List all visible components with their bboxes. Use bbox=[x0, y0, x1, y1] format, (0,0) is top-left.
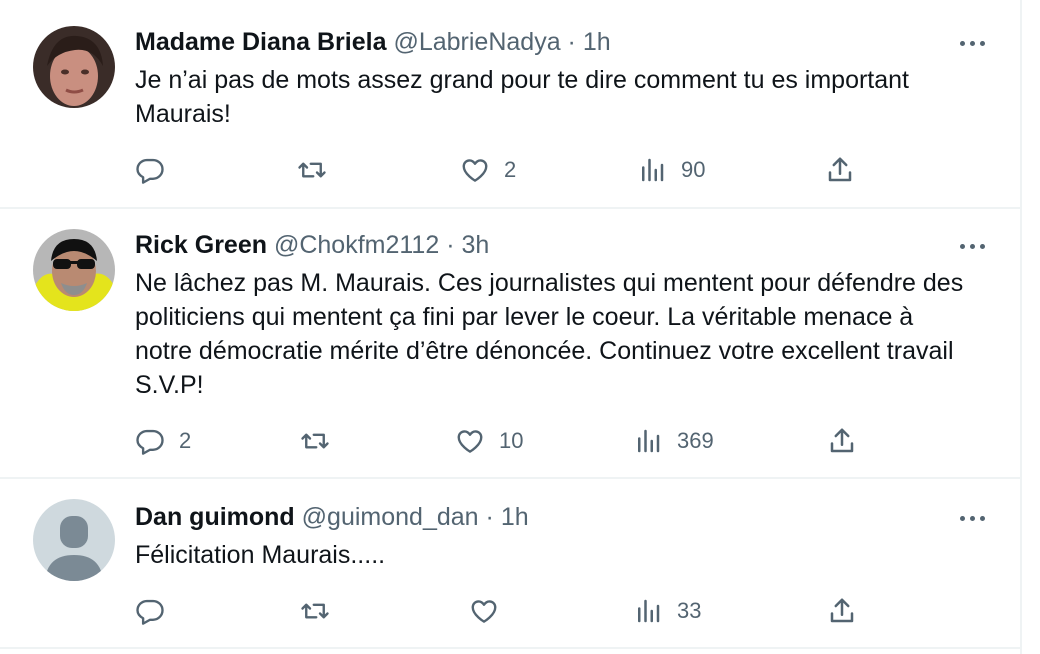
separator: · bbox=[446, 231, 455, 259]
views-button[interactable]: 369 bbox=[633, 424, 714, 458]
tweet[interactable]: Madame Diana Briela @LabrieNadya · 1h Je… bbox=[0, 0, 1020, 209]
heart-icon bbox=[457, 430, 483, 453]
views-button[interactable]: 90 bbox=[637, 153, 705, 187]
like-count: 10 bbox=[499, 428, 524, 453]
woman-photo-avatar bbox=[33, 26, 115, 108]
heart-icon bbox=[471, 600, 497, 623]
like-button[interactable] bbox=[469, 594, 513, 628]
tweet-actions: 2 10 369 bbox=[135, 424, 875, 458]
retweet-button[interactable] bbox=[300, 594, 344, 628]
views-count: 90 bbox=[681, 157, 706, 182]
views-count: 33 bbox=[677, 598, 702, 623]
retweet-icon bbox=[301, 603, 329, 619]
tweet-time[interactable]: 3h bbox=[461, 231, 489, 259]
reply-count: 2 bbox=[179, 428, 192, 453]
reply-icon bbox=[136, 599, 164, 625]
tweet-header: Madame Diana Briela @LabrieNadya · 1h bbox=[135, 26, 611, 58]
views-icon bbox=[638, 599, 660, 623]
share-icon bbox=[830, 428, 854, 453]
like-count: 2 bbox=[504, 157, 517, 182]
tweet-time[interactable]: 1h bbox=[583, 28, 611, 56]
author-handle[interactable]: @LabrieNadya bbox=[393, 28, 560, 56]
author-handle[interactable]: @guimond_dan bbox=[302, 503, 479, 531]
avatar[interactable] bbox=[33, 499, 115, 581]
man-sunglasses-avatar bbox=[33, 229, 115, 311]
tweet[interactable]: Rick Green @Chokfm2112 · 3h Ne lâchez pa… bbox=[0, 209, 1020, 479]
retweet-button[interactable] bbox=[300, 424, 344, 458]
more-icon bbox=[959, 243, 965, 249]
more-options-button[interactable] bbox=[954, 508, 990, 528]
more-options-button[interactable] bbox=[954, 236, 990, 256]
more-options-button[interactable] bbox=[954, 33, 990, 53]
reply-icon bbox=[136, 429, 164, 455]
views-icon bbox=[638, 429, 660, 453]
share-icon bbox=[830, 598, 854, 623]
like-button[interactable]: 2 bbox=[460, 153, 516, 187]
tweet-text: Je n’ai pas de mots assez grand pour te … bbox=[135, 66, 909, 128]
tweet-actions: 2 90 bbox=[135, 153, 875, 187]
share-icon bbox=[828, 157, 852, 182]
avatar[interactable] bbox=[33, 26, 115, 108]
share-button[interactable] bbox=[827, 594, 857, 628]
reply-button[interactable] bbox=[135, 153, 179, 187]
tweet[interactable]: Dan guimond @guimond_dan · 1h Félicitati… bbox=[0, 479, 1020, 649]
reply-icon bbox=[136, 158, 164, 184]
share-button[interactable] bbox=[825, 153, 855, 187]
tweet-text: Ne lâchez pas M. Maurais. Ces journalist… bbox=[135, 269, 964, 399]
tweet-text: Félicitation Maurais..... bbox=[135, 541, 386, 569]
views-count: 369 bbox=[677, 428, 714, 453]
more-icon bbox=[959, 515, 965, 521]
tweet-actions: 33 bbox=[135, 594, 875, 628]
reply-button[interactable] bbox=[135, 594, 179, 628]
tweet-time[interactable]: 1h bbox=[501, 503, 529, 531]
tweet-header: Dan guimond @guimond_dan · 1h bbox=[135, 501, 529, 533]
tweet-header: Rick Green @Chokfm2112 · 3h bbox=[135, 229, 489, 261]
heart-icon bbox=[462, 159, 488, 182]
reply-button[interactable]: 2 bbox=[135, 424, 191, 458]
retweet-icon bbox=[301, 433, 329, 449]
reply-timeline: Madame Diana Briela @LabrieNadya · 1h Je… bbox=[0, 0, 1022, 654]
separator: · bbox=[567, 28, 576, 56]
default-avatar bbox=[33, 499, 115, 581]
author-name[interactable]: Madame Diana Briela bbox=[135, 28, 387, 56]
more-icon bbox=[959, 40, 965, 46]
author-handle[interactable]: @Chokfm2112 bbox=[274, 231, 439, 259]
avatar[interactable] bbox=[33, 229, 115, 311]
author-name[interactable]: Rick Green bbox=[135, 231, 267, 259]
author-name[interactable]: Dan guimond bbox=[135, 503, 295, 531]
share-button[interactable] bbox=[827, 424, 857, 458]
like-button[interactable]: 10 bbox=[455, 424, 523, 458]
separator: · bbox=[485, 503, 494, 531]
views-icon bbox=[642, 158, 664, 182]
views-button[interactable]: 33 bbox=[633, 594, 701, 628]
retweet-icon bbox=[298, 162, 326, 178]
retweet-button[interactable] bbox=[297, 153, 341, 187]
